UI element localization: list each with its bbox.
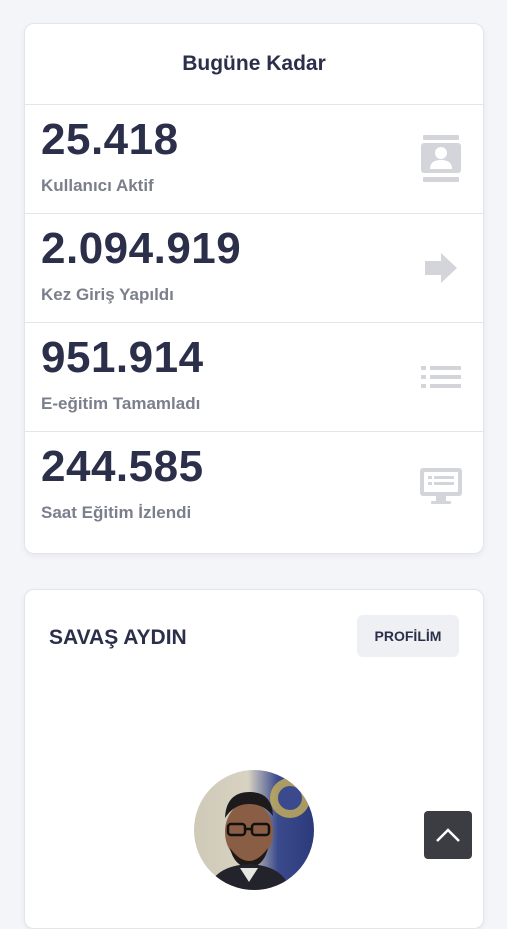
stat-label: Kez Giriş Yapıldı <box>41 285 174 304</box>
arrow-right-icon <box>425 253 457 283</box>
stat-label: E-eğitim Tamamladı <box>41 394 201 413</box>
stat-row-watch-hours: 244.585 Saat Eğitim İzlendi <box>25 432 483 541</box>
stat-value: 2.094.919 <box>41 224 242 273</box>
stat-row-logins: 2.094.919 Kez Giriş Yapıldı <box>25 214 483 323</box>
stat-label: Kullanıcı Aktif <box>41 176 154 195</box>
stat-value: 244.585 <box>41 442 204 491</box>
avatar-photo <box>208 778 310 890</box>
stat-value: 951.914 <box>41 333 204 382</box>
profile-name: SAVAŞ AYDIN <box>49 626 187 649</box>
stat-row-elearning: 951.914 E-eğitim Tamamladı <box>25 323 483 432</box>
scroll-to-top-button[interactable] <box>424 811 472 859</box>
monitor-icon <box>420 468 462 504</box>
stats-card: Bugüne Kadar 25.418 Kullanıcı Aktif 2.09… <box>24 23 484 554</box>
profile-button[interactable]: PROFİLİM <box>357 615 459 657</box>
avatar <box>194 770 314 890</box>
stats-title: Bugüne Kadar <box>25 24 483 105</box>
stat-row-active-users: 25.418 Kullanıcı Aktif <box>25 105 483 214</box>
contact-card-icon <box>421 135 461 182</box>
profile-card: SAVAŞ AYDIN PROFİLİM <box>24 589 484 929</box>
list-icon <box>421 366 461 388</box>
stat-label: Saat Eğitim İzlendi <box>41 503 192 522</box>
chevron-up-icon <box>436 828 460 842</box>
stat-value: 25.418 <box>41 115 179 164</box>
